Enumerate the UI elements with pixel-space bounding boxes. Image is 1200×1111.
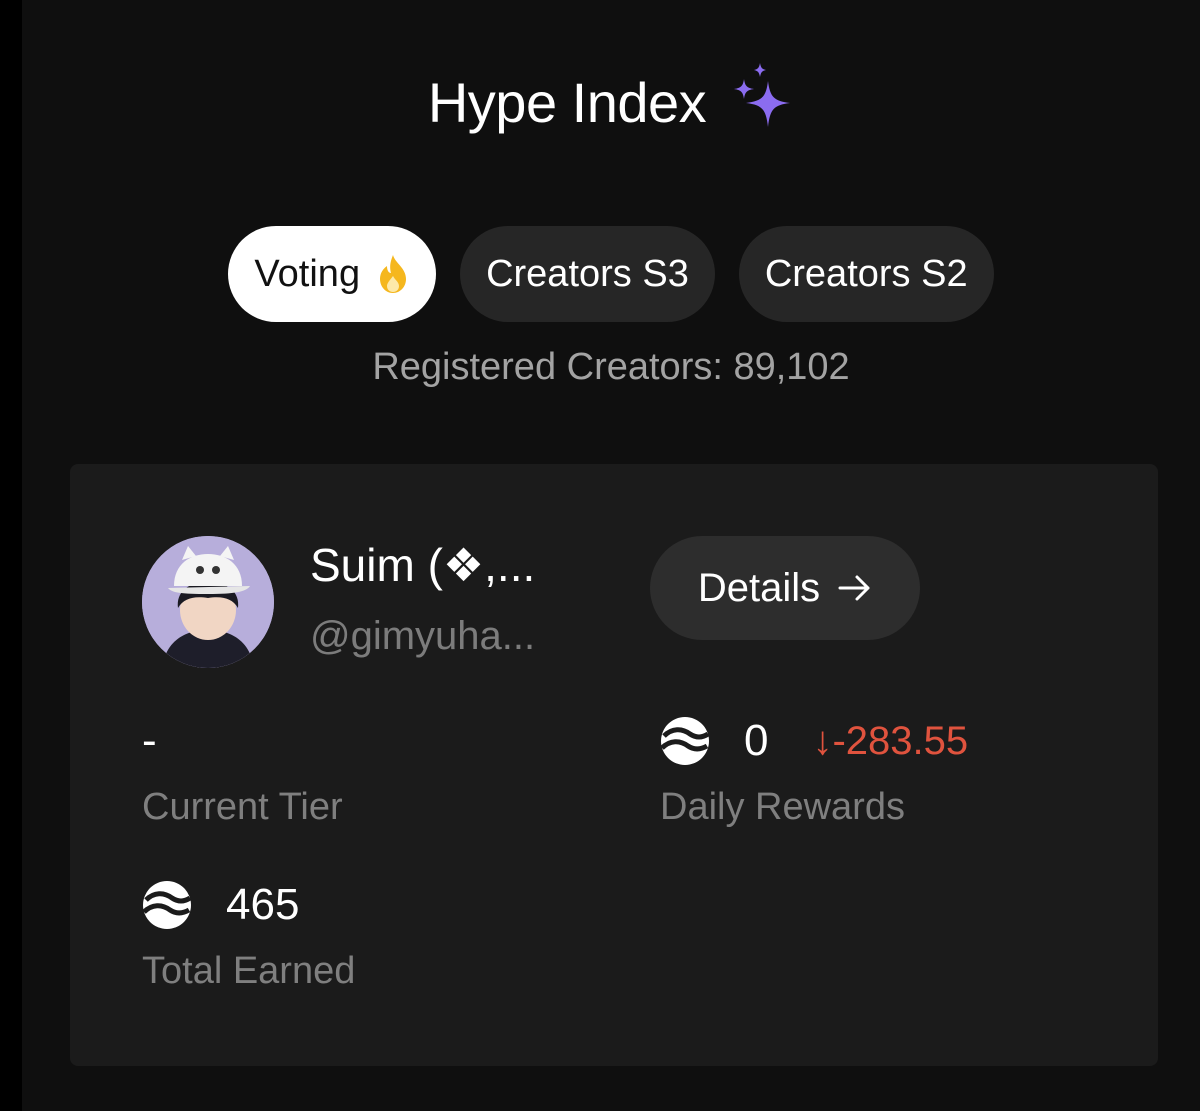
details-label: Details <box>697 565 821 610</box>
creator-card: Suim (❖,... @gimyuha... Details - Curren… <box>70 464 1158 1066</box>
avatar-illustration <box>142 536 274 668</box>
details-button[interactable]: Details <box>650 536 920 640</box>
header: Hype Index <box>22 62 1200 135</box>
current-tier-label: Current Tier <box>142 786 343 828</box>
app-screen: Hype Index Voting Creators S3 Creators S… <box>22 0 1200 1111</box>
total-earned-label: Total Earned <box>142 950 356 992</box>
tab-creators-s2[interactable]: Creators S2 <box>738 226 994 322</box>
daily-rewards-amount: 0 <box>744 716 769 765</box>
creator-handle: @gimyuha... <box>310 614 536 658</box>
page-title: Hype Index <box>427 71 707 134</box>
current-tier-value: - <box>142 716 157 766</box>
creator-name: Suim (❖,... <box>310 539 536 591</box>
avatar[interactable] <box>142 536 274 668</box>
tab-label: Voting <box>254 252 361 295</box>
arrow-right-icon <box>838 575 870 601</box>
tab-label: Creators S2 <box>764 252 968 295</box>
fire-icon <box>380 255 407 293</box>
tab-creators-s3[interactable]: Creators S3 <box>460 226 715 322</box>
token-icon <box>142 881 192 929</box>
total-earned-amount: 465 <box>226 880 300 929</box>
tab-bar: Voting Creators S3 Creators S2 <box>22 226 1200 322</box>
tab-label: Creators S3 <box>486 252 689 295</box>
daily-rewards-value: 0 ↓-283.55 <box>660 716 968 766</box>
daily-rewards-delta: ↓-283.55 <box>812 718 969 763</box>
total-earned-value: 465 <box>142 880 299 930</box>
registered-creators-count: Registered Creators: 89,102 <box>372 346 850 388</box>
current-tier-text: - <box>142 716 157 765</box>
daily-rewards-label: Daily Rewards <box>660 786 905 828</box>
sparkles-icon <box>734 62 791 127</box>
tab-voting[interactable]: Voting <box>228 226 437 322</box>
token-icon <box>660 717 710 765</box>
